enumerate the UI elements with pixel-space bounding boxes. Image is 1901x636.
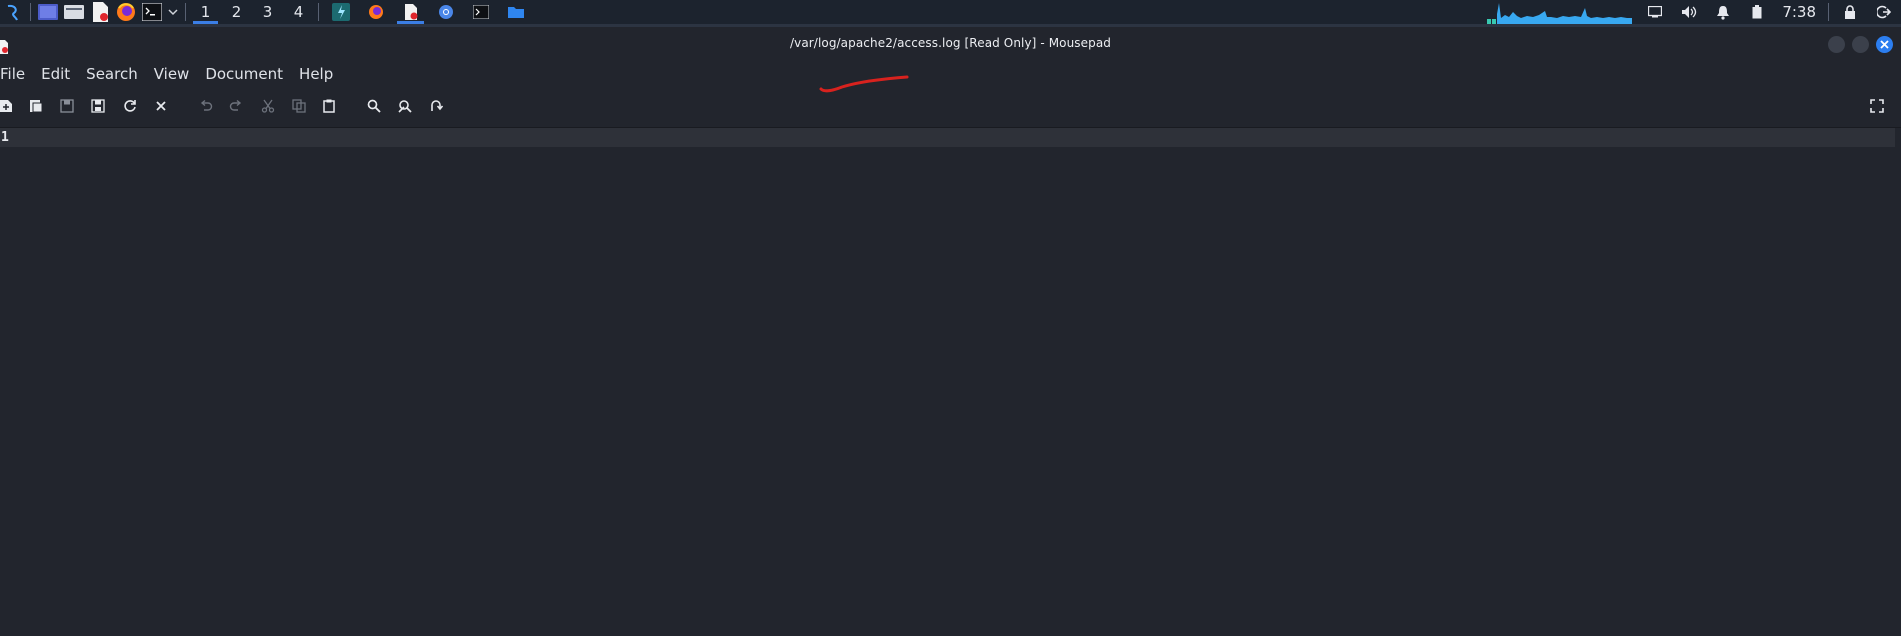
workspace-1[interactable]: 1 [190, 0, 221, 24]
save-as-icon[interactable] [89, 97, 107, 115]
fullscreen-icon[interactable] [1868, 97, 1886, 115]
volume-icon[interactable] [1672, 0, 1706, 24]
close-icon [1880, 40, 1889, 49]
redo-icon[interactable] [227, 97, 245, 115]
new-document-icon[interactable] [0, 97, 15, 115]
current-line-highlight [0, 128, 1895, 147]
panel-separator [185, 3, 186, 21]
minimize-button[interactable] [1828, 36, 1845, 53]
cut-icon[interactable] [259, 97, 277, 115]
close-button[interactable] [1876, 36, 1893, 53]
lock-icon[interactable] [1833, 0, 1867, 24]
menu-help[interactable]: Help [291, 65, 341, 83]
workspace-3[interactable]: 3 [252, 0, 283, 24]
kali-menu-icon[interactable] [0, 0, 26, 24]
chevron-down-icon[interactable] [165, 0, 181, 24]
taskbar-chromium[interactable] [428, 0, 463, 24]
panel-separator [318, 3, 319, 21]
menubar: File Edit Search View Document Help [0, 63, 341, 85]
line-number: 1 [1, 130, 9, 145]
firefox-icon[interactable] [113, 0, 139, 24]
panel-separator [1828, 3, 1829, 21]
menu-document[interactable]: Document [197, 65, 291, 83]
battery-icon[interactable] [1740, 0, 1774, 24]
logout-icon[interactable] [1867, 0, 1901, 24]
save-icon[interactable] [58, 97, 76, 115]
close-document-icon[interactable] [152, 97, 170, 115]
file-manager-icon[interactable] [61, 0, 87, 24]
workspace-4[interactable]: 4 [283, 0, 314, 24]
taskbar-firefox[interactable] [358, 0, 393, 24]
undo-icon[interactable] [197, 97, 215, 115]
taskbar-terminal[interactable] [463, 0, 498, 24]
menu-file[interactable]: File [0, 65, 33, 83]
taskbar-mousepad[interactable] [393, 0, 428, 24]
display-icon[interactable] [1638, 0, 1672, 24]
maximize-button[interactable] [1852, 36, 1869, 53]
go-to-line-icon[interactable] [427, 97, 445, 115]
menu-edit[interactable]: Edit [33, 65, 78, 83]
toolbar [0, 93, 1901, 119]
workspace-2[interactable]: 2 [221, 0, 252, 24]
taskbar-app[interactable] [323, 0, 358, 24]
cpu-graph [1487, 0, 1633, 24]
reload-icon[interactable] [121, 97, 139, 115]
terminal-icon[interactable] [139, 0, 165, 24]
text-editor-icon[interactable] [87, 0, 113, 24]
paste-icon[interactable] [320, 97, 338, 115]
find-replace-icon[interactable] [396, 97, 414, 115]
find-icon[interactable] [365, 97, 383, 115]
window-title: /var/log/apache2/access.log [Read Only] … [789, 36, 1112, 50]
text-editor-area[interactable]: 1 [0, 127, 1901, 636]
clock[interactable]: 7:38 [1774, 0, 1824, 24]
copy-icon[interactable] [290, 97, 308, 115]
menu-search[interactable]: Search [78, 65, 146, 83]
window-titlebar[interactable]: /var/log/apache2/access.log [Read Only] … [0, 27, 1901, 63]
notification-bell-icon[interactable] [1706, 0, 1740, 24]
red-annotation-mark [819, 75, 909, 93]
desktop-icon[interactable] [35, 0, 61, 24]
panel-separator [30, 3, 31, 21]
taskbar-folder[interactable] [498, 0, 533, 24]
menu-view[interactable]: View [146, 65, 198, 83]
new-window-icon[interactable] [27, 97, 45, 115]
top-panel: 1 2 3 4 7:38 [0, 0, 1901, 27]
